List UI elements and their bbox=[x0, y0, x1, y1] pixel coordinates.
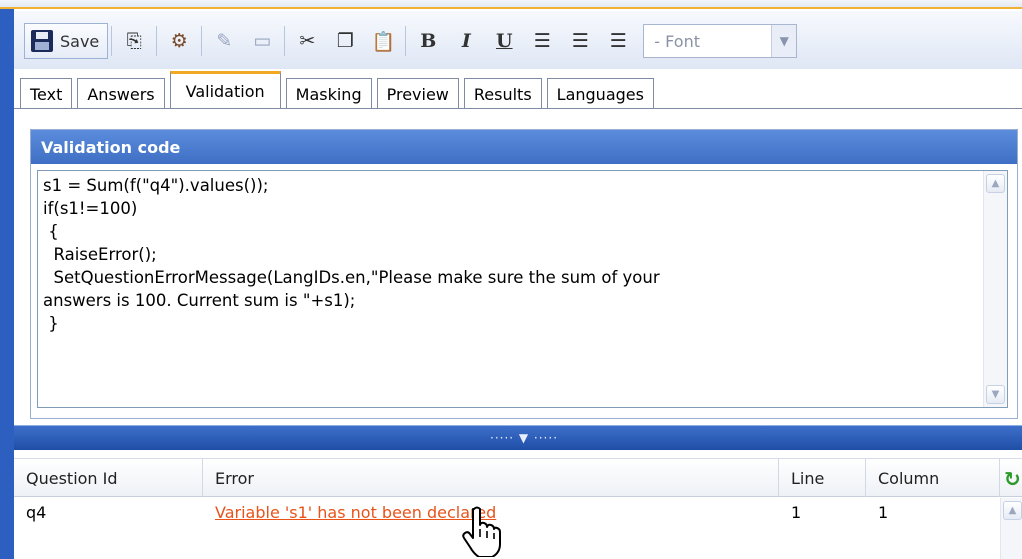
edit-icon: ✎ bbox=[216, 30, 233, 52]
copy-button[interactable]: ⎘ bbox=[115, 23, 153, 59]
scroll-up-icon[interactable]: ▲ bbox=[986, 174, 1005, 193]
align-right-button[interactable]: ☰ bbox=[599, 23, 637, 59]
tab-label: Results bbox=[473, 84, 532, 104]
tab-languages[interactable]: Languages bbox=[546, 78, 654, 109]
edit-button[interactable]: ✎ bbox=[205, 23, 243, 59]
copy-icon: ⎘ bbox=[126, 30, 142, 52]
save-label: Save bbox=[60, 31, 100, 51]
grid-header: Question Id Error Line Column ↻ bbox=[14, 458, 1022, 497]
cell-line: 1 bbox=[791, 502, 802, 522]
validation-panel: Validation code s1 = Sum(f("q4").values(… bbox=[30, 129, 1018, 419]
copy-doc-icon: ❐ bbox=[336, 30, 354, 52]
align-center-button[interactable]: ☰ bbox=[561, 23, 599, 59]
errors-grid: Question Id Error Line Column ↻ q4 Varia… bbox=[14, 450, 1022, 559]
copy-doc-button[interactable]: ❐ bbox=[326, 23, 364, 59]
validation-code-editor[interactable]: s1 = Sum(f("q4").values()); if(s1!=100) … bbox=[37, 170, 1008, 408]
underline-button[interactable]: U bbox=[485, 23, 523, 59]
toolbar-separator bbox=[156, 26, 158, 56]
tab-preview[interactable]: Preview bbox=[376, 78, 459, 109]
save-icon bbox=[31, 30, 53, 52]
grid-scrollbar[interactable]: ▲ bbox=[1000, 498, 1022, 559]
tab-label: Text bbox=[30, 84, 63, 104]
toolbar-separator bbox=[284, 26, 286, 56]
tab-results[interactable]: Results bbox=[463, 78, 542, 109]
tab-validation[interactable]: Validation bbox=[169, 71, 281, 109]
window-top-border bbox=[0, 0, 1022, 9]
tab-masking[interactable]: Masking bbox=[285, 78, 372, 109]
cell-column: 1 bbox=[878, 502, 889, 522]
splitter-grip-icon[interactable]: ····· ▼ ····· bbox=[490, 431, 558, 445]
tab-label: Masking bbox=[295, 84, 362, 104]
underline-icon: U bbox=[495, 30, 513, 52]
code-scrollbar[interactable]: ▲ ▼ bbox=[983, 171, 1007, 407]
bold-button[interactable]: B bbox=[409, 23, 447, 59]
cell-question-id: q4 bbox=[26, 502, 47, 522]
toolbar-separator bbox=[201, 26, 203, 56]
cut-button[interactable]: ✂ bbox=[288, 23, 326, 59]
align-center-icon: ☰ bbox=[571, 30, 589, 52]
bold-icon: B bbox=[420, 30, 437, 52]
chevron-down-icon[interactable]: ▼ bbox=[771, 25, 797, 57]
paste-special-button[interactable]: ⚙ bbox=[160, 23, 198, 59]
tab-bar: Text Answers Validation Masking Preview … bbox=[20, 71, 659, 109]
toolbar-separator bbox=[405, 26, 407, 56]
refresh-icon[interactable]: ↻ bbox=[1004, 467, 1021, 491]
font-select-value: - Font bbox=[654, 31, 700, 51]
column-header-line[interactable]: Line bbox=[779, 459, 866, 497]
align-left-button[interactable]: ☰ bbox=[523, 23, 561, 59]
font-select[interactable]: - Font ▼ bbox=[643, 24, 798, 58]
tab-label: Answers bbox=[87, 84, 155, 104]
panel-splitter[interactable]: ····· ▼ ····· bbox=[14, 425, 1022, 450]
column-header-column[interactable]: Column bbox=[866, 459, 1000, 497]
paste-icon: 📋 bbox=[371, 30, 396, 53]
cut-icon: ✂ bbox=[299, 30, 316, 52]
italic-icon: I bbox=[461, 30, 471, 52]
column-header-question-id[interactable]: Question Id bbox=[14, 459, 203, 497]
tab-label: Preview bbox=[386, 84, 449, 104]
window-left-border bbox=[0, 9, 14, 559]
hand-cursor-icon bbox=[462, 506, 501, 557]
italic-button[interactable]: I bbox=[447, 23, 485, 59]
editor-toolbar: Save ⎘ ⚙ ✎ ▭ ✂ ❐ 📋 B I U ☰ ☰ ☰ - Font ▼ bbox=[14, 11, 1022, 69]
tab-label: Languages bbox=[556, 84, 644, 104]
tab-text[interactable]: Text bbox=[20, 78, 73, 109]
panel-title: Validation code bbox=[31, 130, 1017, 164]
save-button[interactable]: Save bbox=[24, 23, 109, 59]
tab-answers[interactable]: Answers bbox=[77, 78, 165, 109]
table-row[interactable]: q4 Variable 's1' has not been declared 1… bbox=[14, 498, 1000, 526]
preview-icon: ▭ bbox=[253, 30, 272, 52]
validation-code-text[interactable]: s1 = Sum(f("q4").values()); if(s1!=100) … bbox=[43, 174, 973, 335]
tab-underline bbox=[14, 108, 1022, 109]
tab-label: Validation bbox=[185, 82, 265, 101]
error-link[interactable]: Variable 's1' has not been declared bbox=[215, 503, 496, 522]
scroll-down-icon[interactable]: ▼ bbox=[986, 385, 1005, 404]
align-left-icon: ☰ bbox=[533, 30, 551, 52]
align-right-icon: ☰ bbox=[609, 30, 627, 52]
scroll-up-icon[interactable]: ▲ bbox=[1003, 501, 1022, 520]
toolbar-separator bbox=[111, 26, 113, 56]
paste-button[interactable]: 📋 bbox=[364, 23, 402, 59]
toolbar-row: Save ⎘ ⚙ ✎ ▭ ✂ ❐ 📋 B I U ☰ ☰ ☰ - Font ▼ bbox=[24, 22, 798, 60]
column-header-error[interactable]: Error bbox=[203, 459, 779, 497]
preview-button[interactable]: ▭ bbox=[243, 23, 281, 59]
paste-special-icon: ⚙ bbox=[170, 30, 188, 52]
